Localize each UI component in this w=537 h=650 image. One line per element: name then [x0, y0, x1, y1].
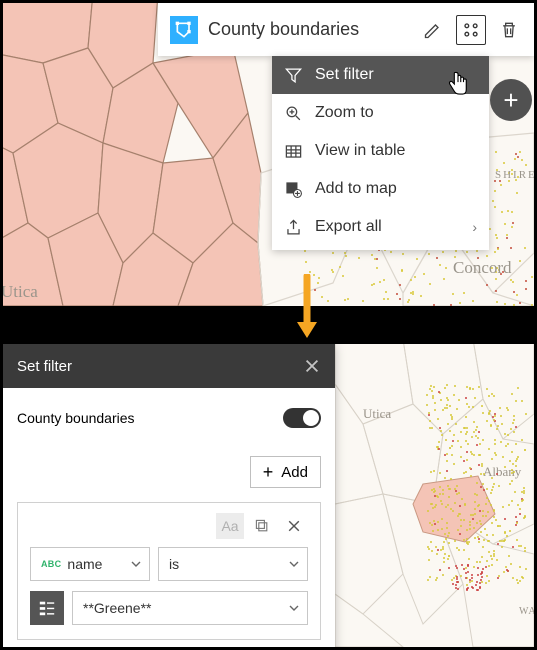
- top-map-scene: /* noop placeholder — actual dots below …: [3, 3, 534, 306]
- filter-layer-name: County boundaries: [17, 410, 135, 426]
- add-label: Add: [281, 464, 308, 481]
- menu-label: View in table: [315, 142, 405, 160]
- value-select[interactable]: **Greene**: [72, 591, 308, 625]
- layer-card: County boundaries: [158, 3, 534, 56]
- menu-label: Add to map: [315, 180, 397, 198]
- filter-enable-toggle[interactable]: [283, 408, 321, 428]
- map-label-shire: SHIRE: [495, 169, 534, 181]
- edit-pencil-icon[interactable]: [418, 15, 448, 45]
- case-sensitive-toggle[interactable]: Aa: [216, 513, 244, 539]
- map-label-utica-2: Utica: [363, 406, 391, 422]
- field-select[interactable]: ABC name: [30, 547, 150, 581]
- map-label-concord: Concord: [453, 258, 512, 278]
- chevron-right-icon: ›: [472, 219, 477, 235]
- plus-icon: +: [263, 463, 274, 481]
- round-add-button[interactable]: +: [490, 79, 532, 121]
- chevron-down-icon: [131, 556, 141, 572]
- field-value: name: [67, 556, 102, 572]
- trash-icon[interactable]: [494, 15, 524, 45]
- layer-options-icon[interactable]: [456, 15, 486, 45]
- bottom-map-scene: Utica Albany WA Set filter County bounda…: [3, 344, 534, 647]
- filter-clause: Aa ABC name is: [17, 502, 321, 640]
- chevron-down-icon: [289, 600, 299, 616]
- menu-item-zoom-to[interactable]: Zoom to: [272, 94, 489, 132]
- value-source-button[interactable]: [30, 591, 64, 625]
- map-label-albany: Albany: [483, 464, 521, 480]
- menu-label: Zoom to: [315, 104, 374, 122]
- value-text: **Greene**: [83, 600, 152, 616]
- dialog-header: Set filter: [3, 344, 335, 388]
- menu-item-set-filter[interactable]: Set filter: [272, 56, 489, 94]
- menu-item-add-to-map[interactable]: Add to map: [272, 170, 489, 208]
- map-label-utica: Utica: [3, 282, 38, 302]
- operator-value: is: [169, 556, 179, 572]
- add-clause-button[interactable]: + Add: [250, 456, 321, 488]
- layer-geometry-icon: [170, 16, 198, 44]
- arrow-down-icon: [294, 274, 320, 342]
- layer-title: County boundaries: [208, 19, 408, 40]
- menu-label: Set filter: [315, 66, 374, 84]
- duplicate-clause-icon[interactable]: [248, 513, 276, 539]
- string-type-icon: ABC: [41, 559, 61, 569]
- dialog-title: Set filter: [17, 358, 72, 375]
- set-filter-dialog: Set filter County boundaries + Add Aa: [3, 344, 335, 647]
- menu-item-export-all[interactable]: Export all ›: [272, 208, 489, 246]
- menu-item-view-table[interactable]: View in table: [272, 132, 489, 170]
- layer-context-menu: Set filter Zoom to View in table Add to …: [272, 56, 489, 250]
- chevron-down-icon: [289, 556, 299, 572]
- close-icon[interactable]: [303, 357, 321, 375]
- menu-label: Export all: [315, 218, 382, 236]
- remove-clause-icon[interactable]: [280, 513, 308, 539]
- operator-select[interactable]: is: [158, 547, 308, 581]
- map-label-wa: WA: [519, 606, 534, 617]
